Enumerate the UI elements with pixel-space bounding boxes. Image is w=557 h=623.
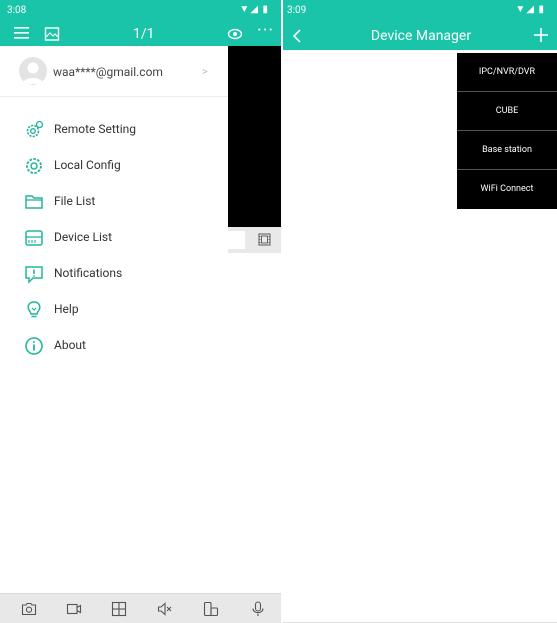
- back-arrow-icon[interactable]: [291, 28, 303, 44]
- microphone-icon[interactable]: [250, 601, 266, 617]
- video-controls-bar: [228, 227, 281, 253]
- gear-icon: [26, 158, 42, 174]
- menu-item-notifications[interactable]: Notifications: [0, 255, 228, 291]
- status-bar: 3:08 ▼◢ ▮: [0, 0, 281, 22]
- status-signal-battery: ▼◢ ▮: [239, 4, 269, 15]
- menu-item-label: Device List: [54, 230, 113, 244]
- menu-item-label: About: [54, 338, 86, 352]
- dropdown-item-ipc-nvr-dvr[interactable]: IPC/NVR/DVR: [457, 53, 557, 92]
- account-email: waa****@gmail.com: [53, 65, 163, 79]
- menu-item-label: File List: [54, 194, 96, 208]
- bottom-toolbar: [0, 593, 281, 623]
- status-bar: 3:09 ▼◢ ▮: [283, 0, 557, 22]
- add-device-dropdown: IPC/NVR/DVR CUBE Base station WiFi Conne…: [457, 53, 557, 209]
- folder-icon: [25, 195, 43, 209]
- film-icon[interactable]: [258, 233, 271, 246]
- device-list-icon: [25, 230, 43, 246]
- menu-item-help[interactable]: Help: [0, 291, 228, 327]
- content-background: [228, 253, 281, 593]
- right-phone-screen: 3:09 ▼◢ ▮ Device Manager IPC/NVR/DVR CUB…: [283, 0, 557, 623]
- left-phone-screen: 3:08 ▼◢ ▮ 1/1 ··· waa****@gmail.com > Re…: [0, 0, 281, 623]
- avatar: [19, 57, 47, 85]
- user-avatar-icon: [23, 62, 43, 84]
- menu-item-local-config[interactable]: Local Config: [0, 147, 228, 183]
- more-options-icon[interactable]: ···: [257, 22, 274, 40]
- mute-icon[interactable]: [157, 601, 173, 617]
- status-time: 3:08: [7, 5, 27, 16]
- navigation-drawer: waa****@gmail.com > Remote Setting Local…: [0, 46, 228, 593]
- dropdown-item-base-station[interactable]: Base station: [457, 131, 557, 170]
- page-title: Device Manager: [370, 28, 472, 44]
- device-switch-icon[interactable]: [203, 601, 219, 617]
- menu-item-label: Help: [54, 302, 79, 316]
- menu-item-about[interactable]: About: [0, 327, 228, 363]
- info-icon: [25, 337, 43, 355]
- app-bar: Device Manager: [283, 22, 557, 50]
- video-preview[interactable]: [228, 46, 281, 227]
- camera-icon[interactable]: [21, 601, 37, 617]
- status-time: 3:09: [287, 5, 307, 16]
- screenshot-root: 3:08 ▼◢ ▮ 1/1 ··· waa****@gmail.com > Re…: [0, 0, 557, 623]
- menu-item-label: Notifications: [54, 266, 123, 280]
- app-bar: 1/1 ···: [0, 22, 281, 46]
- account-row[interactable]: waa****@gmail.com >: [0, 46, 228, 97]
- dropdown-item-cube[interactable]: CUBE: [457, 92, 557, 131]
- grid-icon[interactable]: [111, 601, 127, 617]
- lightbulb-icon: [27, 301, 41, 318]
- remote-gear-icon: [26, 120, 44, 138]
- page-count: 1/1: [133, 26, 155, 42]
- menu-item-file-list[interactable]: File List: [0, 183, 228, 219]
- hamburger-menu-icon[interactable]: [13, 25, 31, 41]
- notification-icon: [25, 266, 43, 284]
- video-thumbnail[interactable]: [228, 231, 245, 249]
- menu-item-device-list[interactable]: Device List: [0, 219, 228, 255]
- menu-item-label: Local Config: [54, 158, 121, 172]
- add-device-icon[interactable]: [533, 27, 549, 43]
- drawer-menu: Remote Setting Local Config File List De…: [0, 111, 228, 363]
- status-signal-battery: ▼◢ ▮: [515, 4, 545, 15]
- dropdown-item-wifi-connect[interactable]: WiFi Connect: [457, 170, 557, 209]
- menu-item-remote-setting[interactable]: Remote Setting: [0, 111, 228, 147]
- menu-item-label: Remote Setting: [54, 122, 137, 136]
- gallery-icon[interactable]: [44, 26, 60, 42]
- video-record-icon[interactable]: [66, 601, 82, 617]
- chevron-right-icon: >: [202, 65, 208, 78]
- eye-icon[interactable]: [227, 26, 243, 42]
